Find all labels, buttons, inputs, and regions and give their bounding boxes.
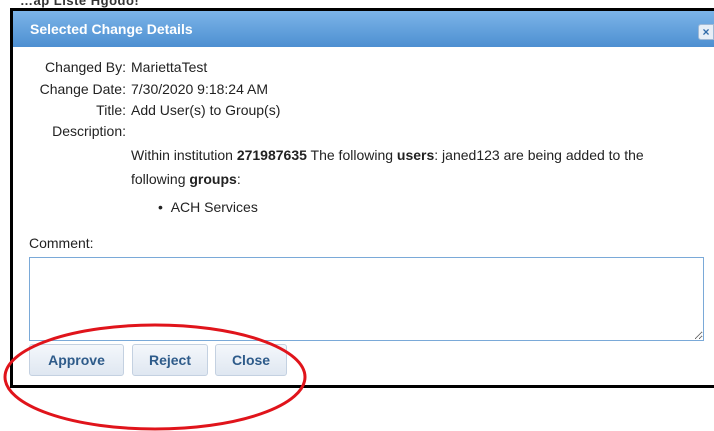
approve-button[interactable]: Approve bbox=[29, 344, 124, 376]
description-label: Description: bbox=[52, 123, 126, 139]
reject-button[interactable]: Reject bbox=[132, 344, 208, 376]
description-text: Within institution 271987635 The followi… bbox=[131, 147, 644, 187]
comment-label: Comment: bbox=[29, 235, 94, 251]
background-partial-text: …ap Liste Hgodo! bbox=[20, 0, 140, 8]
change-date-label: Change Date: bbox=[39, 81, 126, 97]
changed-by-value: MariettaTest bbox=[131, 59, 208, 75]
users-word: users bbox=[396, 147, 435, 163]
change-date-value: 7/30/2020 9:18:24 AM bbox=[131, 81, 268, 97]
institution-id: 271987635 bbox=[236, 147, 307, 163]
title-value: Add User(s) to Group(s) bbox=[131, 102, 281, 118]
changed-by-label: Changed By: bbox=[45, 59, 126, 75]
dialog-title: Selected Change Details bbox=[30, 21, 193, 37]
dialog-titlebar[interactable]: Selected Change Details × bbox=[13, 11, 714, 47]
close-icon[interactable]: × bbox=[698, 24, 714, 40]
groups-word: groups bbox=[189, 171, 237, 187]
close-button[interactable]: Close bbox=[215, 344, 287, 376]
comment-input[interactable] bbox=[29, 257, 704, 341]
list-item: • ACH Services bbox=[158, 199, 258, 215]
title-label: Title: bbox=[96, 102, 126, 118]
